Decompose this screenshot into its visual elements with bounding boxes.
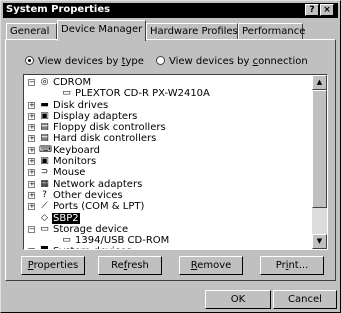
tree-item[interactable]: + ▤ Floppy disk controllers (26, 122, 312, 133)
tree-item-label: Network adapters (53, 178, 143, 190)
tab-performance[interactable]: Performance (238, 23, 305, 39)
cdrom-drive-icon: ▭ (62, 235, 71, 246)
tree-item-label: Keyboard (53, 144, 101, 156)
tree-item-label: 1394/USB CD-ROM (75, 235, 170, 247)
close-button[interactable]: × (320, 4, 334, 16)
device-manager-panel: View devices by type View devices by con… (5, 39, 336, 281)
tree-item-label: Floppy disk controllers (53, 122, 166, 134)
properties-button[interactable]: Properties (21, 256, 85, 275)
monitor-icon: ▣ (40, 156, 49, 167)
tree-item[interactable]: ▭ 1394/USB CD-ROM (26, 235, 312, 246)
tree-item[interactable]: + ⌨ Keyboard (26, 145, 312, 156)
tree-item-label: Other devices (53, 189, 123, 201)
tree-item-label: CDROM (53, 77, 92, 88)
port-icon: ⟋ (41, 201, 48, 212)
tree-item[interactable]: + ▣ Display adapters (26, 111, 312, 122)
expand-icon[interactable]: + (28, 101, 35, 109)
tree-item[interactable]: + ▣ Monitors (26, 156, 312, 167)
tree-item[interactable]: + ▬ Disk drives (26, 100, 312, 111)
tree-item-label: Disk drives (53, 99, 109, 111)
expand-icon[interactable]: + (28, 146, 35, 154)
tree-item[interactable]: + ⊃ Mouse (26, 167, 312, 178)
scroll-thumb[interactable] (312, 90, 327, 208)
view-by-connection-radio[interactable] (156, 56, 165, 65)
remove-button[interactable]: Remove (179, 256, 243, 275)
help-button[interactable]: ? (305, 4, 319, 16)
keyboard-icon: ⌨ (39, 144, 52, 155)
scroll-down-button[interactable]: ▼ (312, 234, 327, 249)
device-tree[interactable]: − ◎ CDROM ▭ PLEXTOR CD-R PX-W2410A + ▬ Disk dri… (23, 74, 328, 250)
cdrom-drive-icon: ▭ (62, 88, 71, 99)
tab-general[interactable]: General (6, 23, 57, 39)
expand-icon[interactable]: + (28, 248, 35, 249)
tree-item[interactable]: ◇ SBP2 (26, 212, 312, 224)
print-button[interactable]: Print... (260, 256, 324, 275)
disk-icon: ▬ (40, 99, 49, 110)
view-by-type-option[interactable]: View devices by type (25, 56, 144, 67)
expand-icon[interactable]: + (28, 158, 35, 166)
tree-item[interactable]: +? Other devices (26, 190, 312, 201)
tab-hardware-profiles[interactable]: Hardware Profiles (146, 23, 238, 39)
collapse-icon[interactable]: − (28, 79, 35, 86)
tree-item[interactable]: + ▦ Network adapters (26, 179, 312, 190)
network-icon: ▦ (40, 178, 49, 189)
tree-item[interactable]: − ▭ Storage device (26, 224, 312, 235)
view-by-type-radio[interactable] (25, 56, 34, 65)
tree-item-label: PLEXTOR CD-R PX-W2410A (75, 88, 210, 100)
tree-item[interactable]: ▭ PLEXTOR CD-R PX-W2410A (26, 88, 312, 99)
expand-icon[interactable]: + (28, 112, 35, 120)
expand-icon[interactable]: + (28, 169, 35, 177)
tree-item[interactable]: + ⟋ Ports (COM & LPT) (26, 201, 312, 212)
tree-item[interactable]: − ◎ CDROM (26, 77, 312, 88)
tree-item-label: System devices (52, 246, 133, 249)
tree-item-label: Display adapters (53, 110, 138, 122)
tree-item-label: Storage device (53, 223, 129, 235)
view-by-connection-option[interactable]: View devices by connection (156, 56, 308, 67)
collapse-icon[interactable]: − (28, 225, 35, 233)
scroll-up-button[interactable]: ▲ (312, 75, 327, 90)
harddisk-controller-icon: ▤ (40, 133, 49, 144)
expand-icon[interactable]: + (28, 180, 35, 188)
floppy-icon: ▤ (40, 122, 49, 133)
tree-item[interactable]: + ▇System devices (26, 246, 312, 249)
storage-icon: ▭ (40, 223, 49, 234)
mouse-icon: ⊃ (40, 167, 49, 178)
ok-button[interactable]: OK (205, 290, 271, 309)
expand-icon[interactable]: + (28, 135, 35, 143)
refresh-button[interactable]: Refresh (98, 256, 162, 275)
tab-device-manager[interactable]: Device Manager (57, 20, 146, 41)
cancel-button[interactable]: Cancel (273, 290, 337, 309)
window-title: System Properties (6, 4, 111, 15)
title-bar[interactable]: System Properties ? × (3, 3, 338, 18)
tree-item-label: Monitors (53, 156, 97, 168)
tree-item-label: Mouse (53, 167, 86, 179)
monitor-icon: ▣ (40, 110, 49, 121)
tree-item[interactable]: + ▤ Hard disk controllers (26, 133, 312, 144)
tree-item-label: SBP2 (52, 212, 80, 224)
sbp2-icon: ◇ (41, 212, 48, 223)
tree-item-label: Hard disk controllers (53, 133, 157, 145)
vertical-scrollbar[interactable]: ▲ ▼ (312, 75, 327, 249)
expand-icon[interactable]: + (28, 124, 35, 132)
expand-icon[interactable]: + (28, 191, 35, 199)
device-tree-list: − ◎ CDROM ▭ PLEXTOR CD-R PX-W2410A + ▬ Disk dri… (26, 77, 312, 249)
system-devices-icon: ▇ (39, 247, 50, 249)
system-properties-window: System Properties ? × General Device Man… (0, 0, 341, 313)
tree-item-label: Ports (COM & LPT) (53, 201, 145, 213)
expand-icon[interactable]: + (28, 203, 35, 211)
cdrom-icon: ◎ (40, 77, 49, 87)
other-devices-icon: ? (42, 189, 47, 200)
